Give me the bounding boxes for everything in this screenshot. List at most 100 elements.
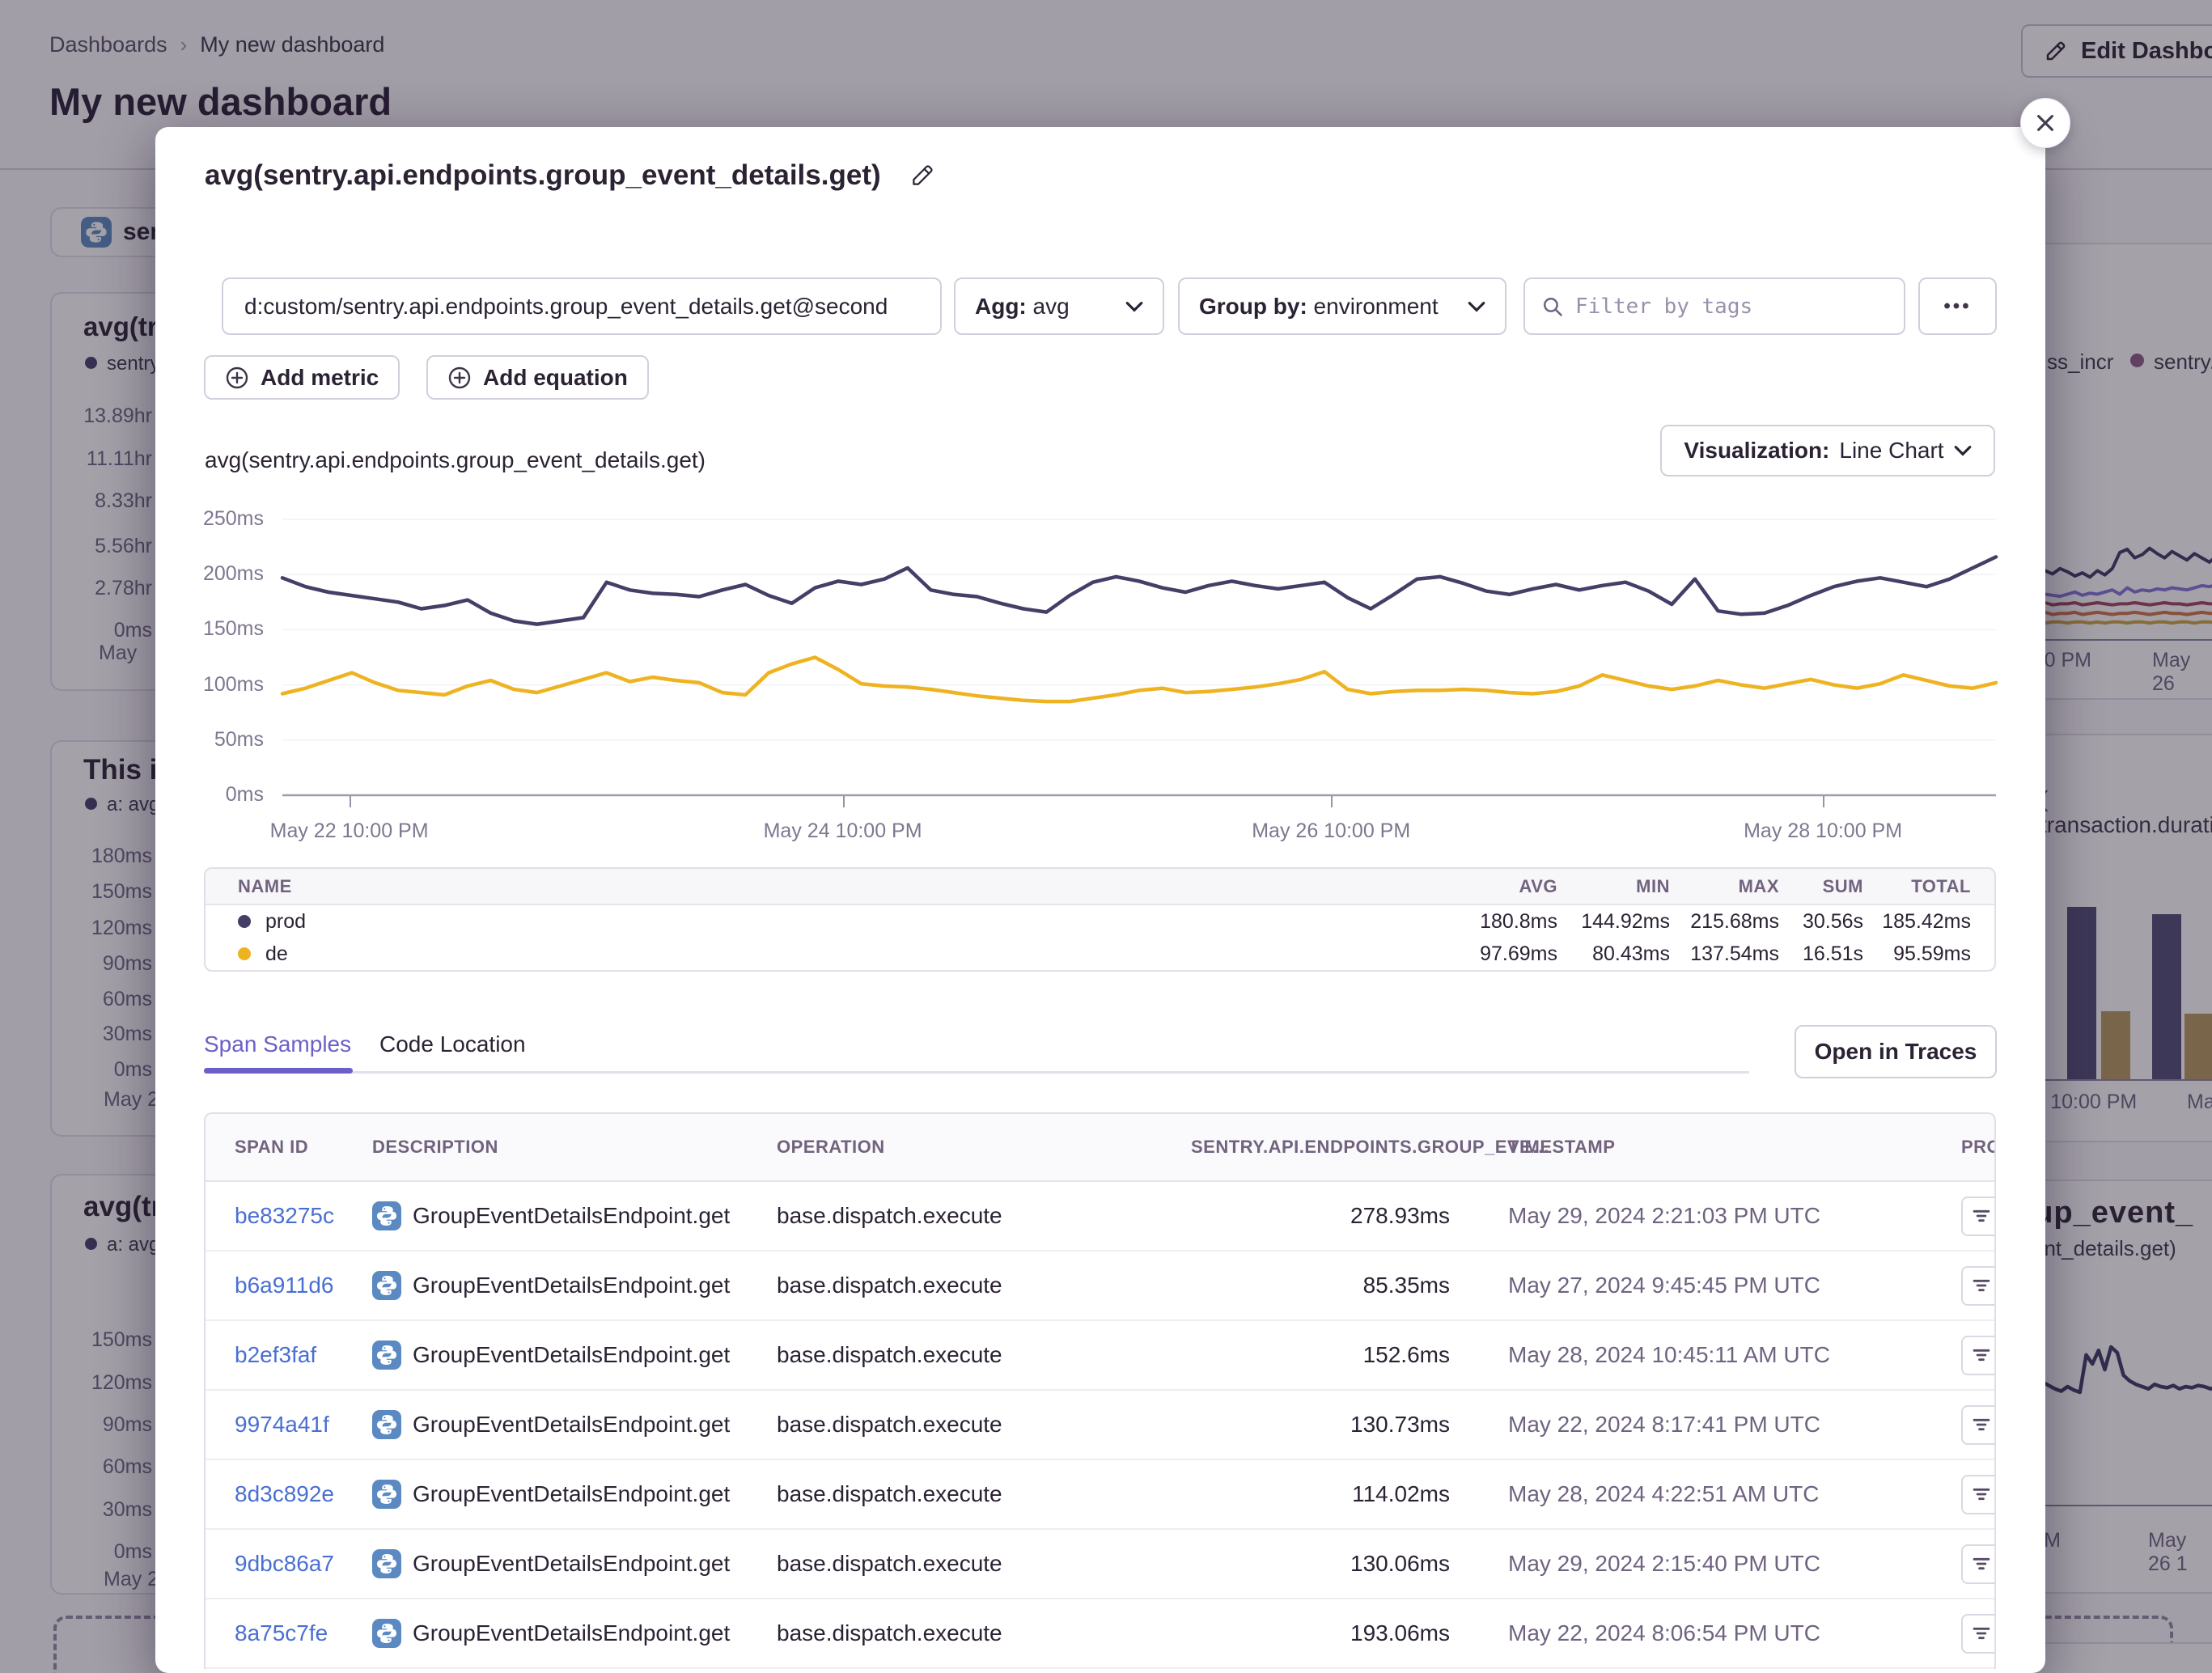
span-id-link[interactable]: 8d3c892e <box>235 1481 372 1507</box>
span-operation: base.dispatch.execute <box>777 1342 1191 1368</box>
query-overflow-button[interactable]: ••• <box>1918 277 1997 335</box>
agg-label: Agg: <box>975 294 1027 319</box>
active-tab-indicator <box>204 1068 353 1074</box>
span-timestamp: May 22, 2024 8:17:41 PM UTC <box>1450 1412 1961 1438</box>
python-icon <box>372 1410 401 1439</box>
python-icon <box>372 1341 401 1370</box>
span-duration: 193.06ms <box>1191 1620 1450 1646</box>
tab-code-location[interactable]: Code Location <box>379 1031 526 1057</box>
summary-row-prod[interactable]: prod 180.8ms 144.92ms 215.68ms 30.56s 18… <box>206 905 1994 938</box>
groupby-value: environment <box>1314 294 1439 319</box>
span-operation: base.dispatch.execute <box>777 1620 1191 1646</box>
summary-row-de[interactable]: de 97.69ms 80.43ms 137.54ms 16.51s 95.59… <box>206 938 1994 970</box>
series-dot <box>238 947 251 960</box>
add-equation-button[interactable]: Add equation <box>426 355 649 400</box>
summary-header: NAME AVG MIN MAX SUM TOTAL <box>206 869 1994 905</box>
chevron-down-icon <box>1468 301 1485 312</box>
span-id-link[interactable]: b2ef3faf <box>235 1342 372 1368</box>
ellipsis-icon: ••• <box>1943 295 1971 318</box>
profile-button[interactable] <box>1961 1266 1996 1306</box>
python-icon <box>372 1549 401 1578</box>
profile-button[interactable] <box>1961 1475 1996 1514</box>
span-id-link[interactable]: 9974a41f <box>235 1412 372 1438</box>
series-dot <box>238 915 251 928</box>
x-tick-mark <box>843 796 845 807</box>
tab-span-samples[interactable]: Span Samples <box>204 1031 351 1057</box>
x-tick-label: May 28 10:00 PM <box>1718 820 1928 843</box>
close-icon <box>2034 112 2057 134</box>
x-tick-label: May 26 10:00 PM <box>1226 820 1436 843</box>
metric-details-modal: avg(sentry.api.endpoints.group_event_det… <box>155 127 2045 1673</box>
profile-button[interactable] <box>1961 1405 1996 1445</box>
python-icon <box>372 1480 401 1509</box>
span-id-link[interactable]: b6a911d6 <box>235 1273 372 1298</box>
plus-circle-icon <box>447 366 472 390</box>
edit-title-pencil-icon[interactable] <box>910 163 934 188</box>
groupby-label: Group by: <box>1199 294 1307 319</box>
series-summary-table: NAME AVG MIN MAX SUM TOTAL prod 180.8ms … <box>204 867 1996 972</box>
span-timestamp: May 28, 2024 10:45:11 AM UTC <box>1450 1342 1961 1368</box>
span-operation: base.dispatch.execute <box>777 1273 1191 1298</box>
table-row: b2ef3faf GroupEventDetailsEndpoint.get b… <box>206 1321 1994 1391</box>
profile-button[interactable] <box>1961 1544 1996 1584</box>
filter-tags-input[interactable] <box>1575 294 1888 319</box>
span-timestamp: May 29, 2024 2:21:03 PM UTC <box>1450 1203 1961 1229</box>
x-tick-mark <box>1331 796 1333 807</box>
search-icon <box>1541 295 1564 318</box>
span-description: GroupEventDetailsEndpoint.get <box>413 1551 730 1577</box>
flamegraph-icon <box>1971 1484 1992 1505</box>
open-in-traces-button[interactable]: Open in Traces <box>1795 1025 1997 1078</box>
groupby-dropdown[interactable]: Group by: environment <box>1178 277 1506 335</box>
plus-circle-icon <box>225 366 249 390</box>
python-icon <box>372 1619 401 1648</box>
span-description: GroupEventDetailsEndpoint.get <box>413 1342 730 1368</box>
modal-title-row: avg(sentry.api.endpoints.group_event_det… <box>205 159 934 192</box>
span-description: GroupEventDetailsEndpoint.get <box>413 1203 730 1229</box>
flamegraph-icon <box>1971 1205 1992 1226</box>
close-button[interactable] <box>2020 98 2070 148</box>
span-id-link[interactable]: 8a75c7fe <box>235 1620 372 1646</box>
modal-title: avg(sentry.api.endpoints.group_event_det… <box>205 159 881 192</box>
y-tick-label: 100ms <box>162 673 264 697</box>
table-row: 9974a41f GroupEventDetailsEndpoint.get b… <box>206 1391 1994 1460</box>
flamegraph-icon <box>1971 1414 1992 1435</box>
span-samples-table: SPAN ID DESCRIPTION OPERATION SENTRY.API… <box>204 1112 1996 1669</box>
chevron-down-icon <box>1954 445 1972 456</box>
agg-dropdown[interactable]: Agg: avg <box>954 277 1164 335</box>
table-row: b6a911d6 GroupEventDetailsEndpoint.get b… <box>206 1252 1994 1321</box>
span-description: GroupEventDetailsEndpoint.get <box>413 1620 730 1646</box>
span-description: GroupEventDetailsEndpoint.get <box>413 1481 730 1507</box>
table-row: 9dbc86a7 GroupEventDetailsEndpoint.get b… <box>206 1530 1994 1599</box>
span-timestamp: May 22, 2024 8:06:54 PM UTC <box>1450 1620 1961 1646</box>
table-row: 8a75c7fe GroupEventDetailsEndpoint.get b… <box>206 1599 1994 1669</box>
tab-divider <box>204 1071 1749 1074</box>
span-operation: base.dispatch.execute <box>777 1412 1191 1438</box>
span-duration: 114.02ms <box>1191 1481 1450 1507</box>
span-timestamp: May 27, 2024 9:45:45 PM UTC <box>1450 1273 1961 1298</box>
span-duration: 130.73ms <box>1191 1412 1450 1438</box>
y-tick-label: 50ms <box>162 728 264 752</box>
visualization-dropdown[interactable]: Visualization: Line Chart <box>1660 425 1995 476</box>
profile-button[interactable] <box>1961 1197 1996 1236</box>
span-id-link[interactable]: be83275c <box>235 1203 372 1229</box>
y-tick-label: 250ms <box>162 507 264 531</box>
span-description: GroupEventDetailsEndpoint.get <box>413 1273 730 1298</box>
python-icon <box>372 1271 401 1300</box>
chart-subtitle: avg(sentry.api.endpoints.group_event_det… <box>205 447 706 473</box>
visualization-value: Line Chart <box>1839 438 1943 464</box>
span-duration: 278.93ms <box>1191 1203 1450 1229</box>
filter-tags-box <box>1523 277 1905 335</box>
span-id-link[interactable]: 9dbc86a7 <box>235 1551 372 1577</box>
chevron-down-icon <box>1125 301 1143 312</box>
span-operation: base.dispatch.execute <box>777 1551 1191 1577</box>
y-tick-label: 200ms <box>162 562 264 586</box>
flamegraph-icon <box>1971 1553 1992 1574</box>
add-metric-button[interactable]: Add metric <box>204 355 400 400</box>
table-row: 8d3c892e GroupEventDetailsEndpoint.get b… <box>206 1460 1994 1530</box>
metric-query-input[interactable]: d:custom/sentry.api.endpoints.group_even… <box>222 277 942 335</box>
span-duration: 85.35ms <box>1191 1273 1450 1298</box>
profile-button[interactable] <box>1961 1614 1996 1654</box>
profile-button[interactable] <box>1961 1336 1996 1375</box>
metric-line-chart[interactable] <box>282 519 1996 796</box>
span-description: GroupEventDetailsEndpoint.get <box>413 1412 730 1438</box>
